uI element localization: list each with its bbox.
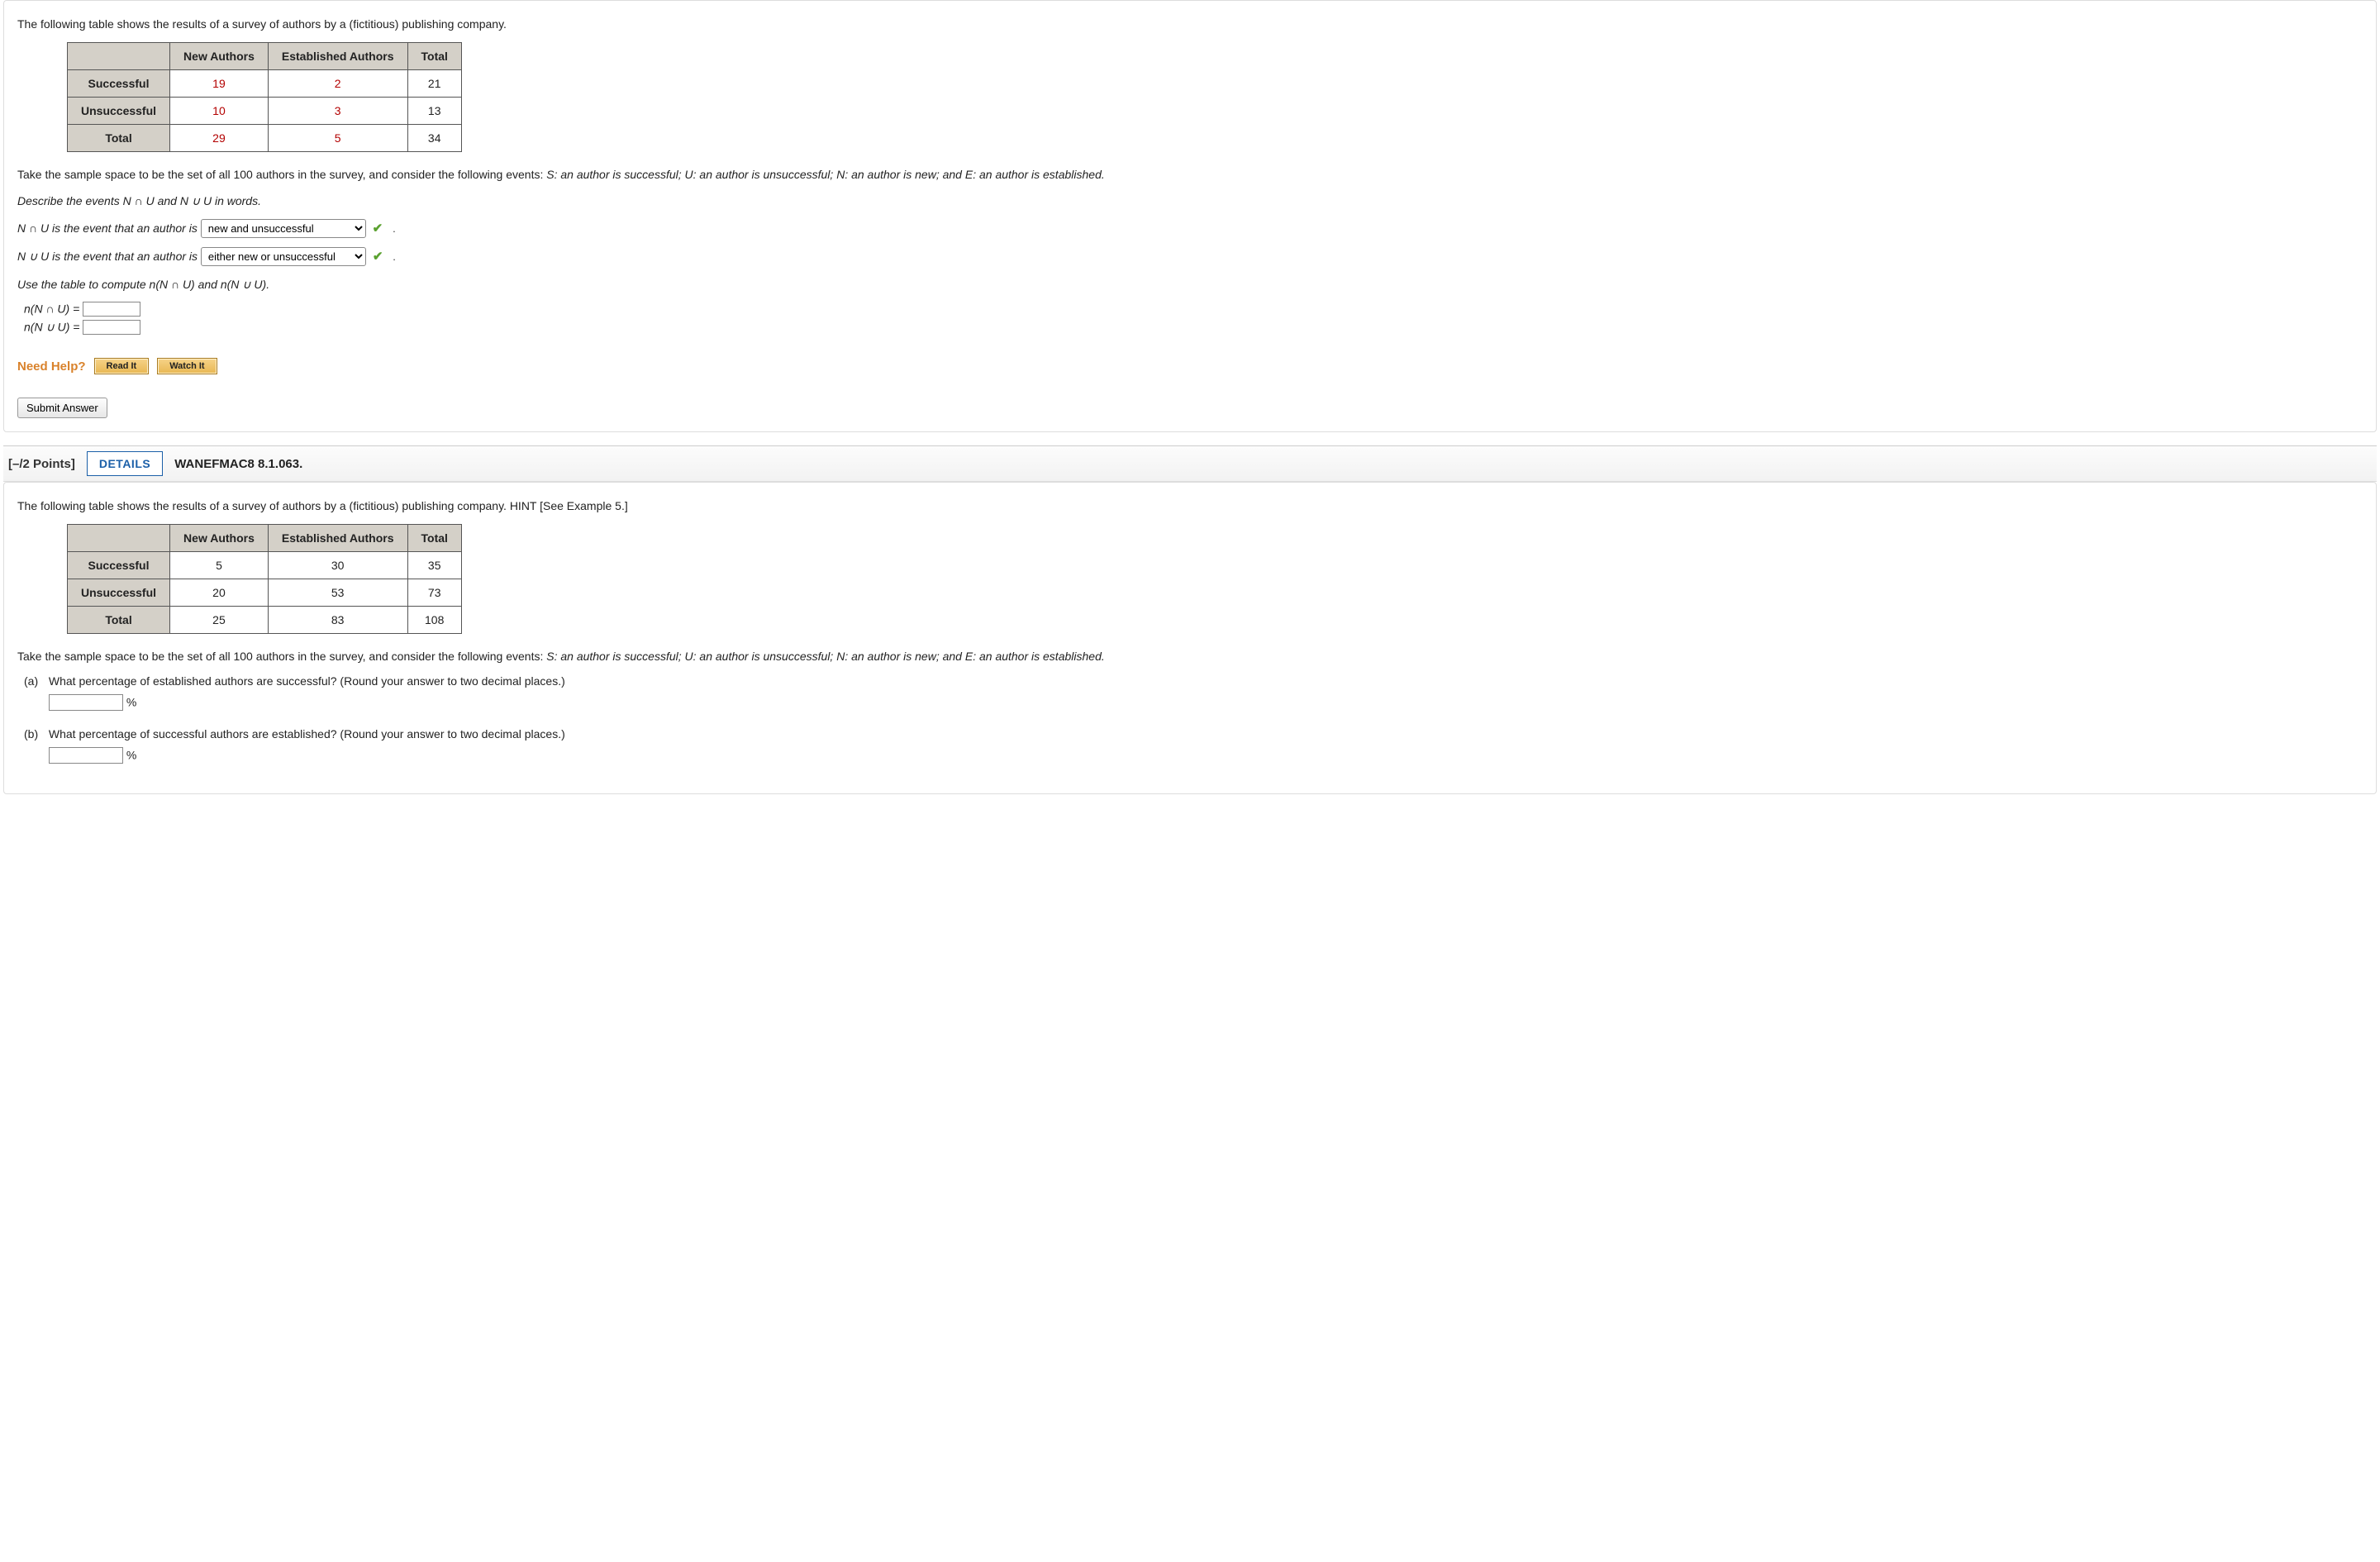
table-header: New Authors: [170, 43, 269, 70]
percent-label: %: [126, 695, 136, 708]
watch-it-button[interactable]: Watch It: [157, 358, 217, 374]
table-header: Established Authors: [268, 43, 407, 70]
input-n-int-u[interactable]: [83, 302, 140, 317]
text: N ∪ U is the event that an author is: [17, 250, 201, 263]
cell: 53: [268, 579, 407, 607]
table-row: Successful 5 30 35: [68, 552, 462, 579]
question-2: The following table shows the results of…: [3, 482, 2377, 793]
part-b-label: (b): [24, 727, 45, 741]
dot-icon: .: [393, 250, 396, 263]
eq-label: n(N ∩ U) =: [24, 302, 79, 316]
table-row: New Authors Established Authors Total: [68, 525, 462, 552]
table-header: Total: [407, 43, 461, 70]
cell: 25: [170, 607, 269, 634]
event-n: N: an author is new; and: [836, 650, 965, 663]
event-s: S: an author is successful;: [546, 168, 684, 181]
event-e: E: an author is established.: [965, 650, 1105, 663]
cell: 108: [407, 607, 461, 634]
dot-icon: .: [393, 222, 396, 235]
answer-line-b: %: [49, 747, 2363, 764]
text: Take the sample space to be the set of a…: [17, 650, 546, 663]
q2-intro: The following table shows the results of…: [17, 499, 2363, 512]
select-n-union-u[interactable]: either new or unsuccessful: [201, 247, 366, 266]
row-header: Successful: [68, 70, 170, 98]
row-header: Total: [68, 125, 170, 152]
cell: 13: [407, 98, 461, 125]
part-a-text: What percentage of established authors a…: [49, 674, 565, 688]
sample-space-text: Take the sample space to be the set of a…: [17, 647, 2363, 665]
part-a: (a) What percentage of established autho…: [24, 674, 2363, 711]
cell: 73: [407, 579, 461, 607]
cell: 35: [407, 552, 461, 579]
need-help-bar: Need Help? Read It Watch It: [17, 358, 2363, 374]
check-icon: ✔: [373, 250, 383, 264]
sample-space-text: Take the sample space to be the set of a…: [17, 165, 2363, 183]
text: Take the sample space to be the set of a…: [17, 168, 546, 181]
row-header: Unsuccessful: [68, 98, 170, 125]
submit-answer-button[interactable]: Submit Answer: [17, 398, 107, 418]
percent-label: %: [126, 748, 136, 761]
cell: 5: [268, 125, 407, 152]
select-n-int-u[interactable]: new and unsuccessful: [201, 219, 366, 238]
table-header: Total: [407, 525, 461, 552]
table-row: New Authors Established Authors Total: [68, 43, 462, 70]
cell: 10: [170, 98, 269, 125]
table-row: Unsuccessful 10 3 13: [68, 98, 462, 125]
event-e: E: an author is established.: [965, 168, 1105, 181]
details-button[interactable]: DETAILS: [87, 451, 163, 476]
table-header-blank: [68, 525, 170, 552]
q1-intro: The following table shows the results of…: [17, 17, 2363, 31]
cell: 3: [268, 98, 407, 125]
cell: 2: [268, 70, 407, 98]
points-label: [–/2 Points]: [3, 457, 75, 471]
answer-line-a: %: [49, 694, 2363, 711]
table-header: New Authors: [170, 525, 269, 552]
event-u: U: an author is unsuccessful;: [685, 650, 837, 663]
table-row: Total 25 83 108: [68, 607, 462, 634]
cell: 19: [170, 70, 269, 98]
eq-label: n(N ∪ U) =: [24, 321, 79, 334]
table-header-blank: [68, 43, 170, 70]
eq-row-2: n(N ∪ U) =: [24, 320, 2363, 335]
part-b: (b) What percentage of successful author…: [24, 727, 2363, 764]
event-u: U: an author is unsuccessful;: [685, 168, 837, 181]
q1-data-table: New Authors Established Authors Total Su…: [67, 42, 462, 152]
q2-data-table: New Authors Established Authors Total Su…: [67, 524, 462, 634]
table-row: Unsuccessful 20 53 73: [68, 579, 462, 607]
part-a-label: (a): [24, 674, 45, 688]
part-b-text: What percentage of successful authors ar…: [49, 727, 565, 741]
input-part-a[interactable]: [49, 694, 123, 711]
cell: 20: [170, 579, 269, 607]
row-header: Total: [68, 607, 170, 634]
answer-line-2: N ∪ U is the event that an author is eit…: [17, 247, 2363, 267]
cell: 29: [170, 125, 269, 152]
read-it-button[interactable]: Read It: [94, 358, 150, 374]
cell: 21: [407, 70, 461, 98]
question-reference: WANEFMAC8 8.1.063.: [174, 457, 302, 471]
compute-prompt: Use the table to compute n(N ∩ U) and n(…: [17, 275, 2363, 293]
event-s: S: an author is successful;: [546, 650, 684, 663]
eq-row-1: n(N ∩ U) =: [24, 302, 2363, 317]
event-n: N: an author is new; and: [836, 168, 965, 181]
check-icon: ✔: [373, 221, 383, 236]
table-row: Successful 19 2 21: [68, 70, 462, 98]
need-help-label: Need Help?: [17, 360, 86, 374]
cell: 34: [407, 125, 461, 152]
text: Describe the events N ∩ U and N ∪ U in w…: [17, 194, 261, 207]
question-1: The following table shows the results of…: [3, 0, 2377, 432]
input-part-b[interactable]: [49, 747, 123, 764]
text: N ∩ U is the event that an author is: [17, 221, 201, 235]
cell: 30: [268, 552, 407, 579]
cell: 5: [170, 552, 269, 579]
table-row: Total 29 5 34: [68, 125, 462, 152]
row-header: Successful: [68, 552, 170, 579]
answer-line-1: N ∩ U is the event that an author is new…: [17, 219, 2363, 239]
question-2-header: [–/2 Points] DETAILS WANEFMAC8 8.1.063.: [3, 445, 2377, 482]
table-header: Established Authors: [268, 525, 407, 552]
cell: 83: [268, 607, 407, 634]
input-n-union-u[interactable]: [83, 320, 140, 335]
describe-prompt: Describe the events N ∩ U and N ∪ U in w…: [17, 192, 2363, 210]
row-header: Unsuccessful: [68, 579, 170, 607]
